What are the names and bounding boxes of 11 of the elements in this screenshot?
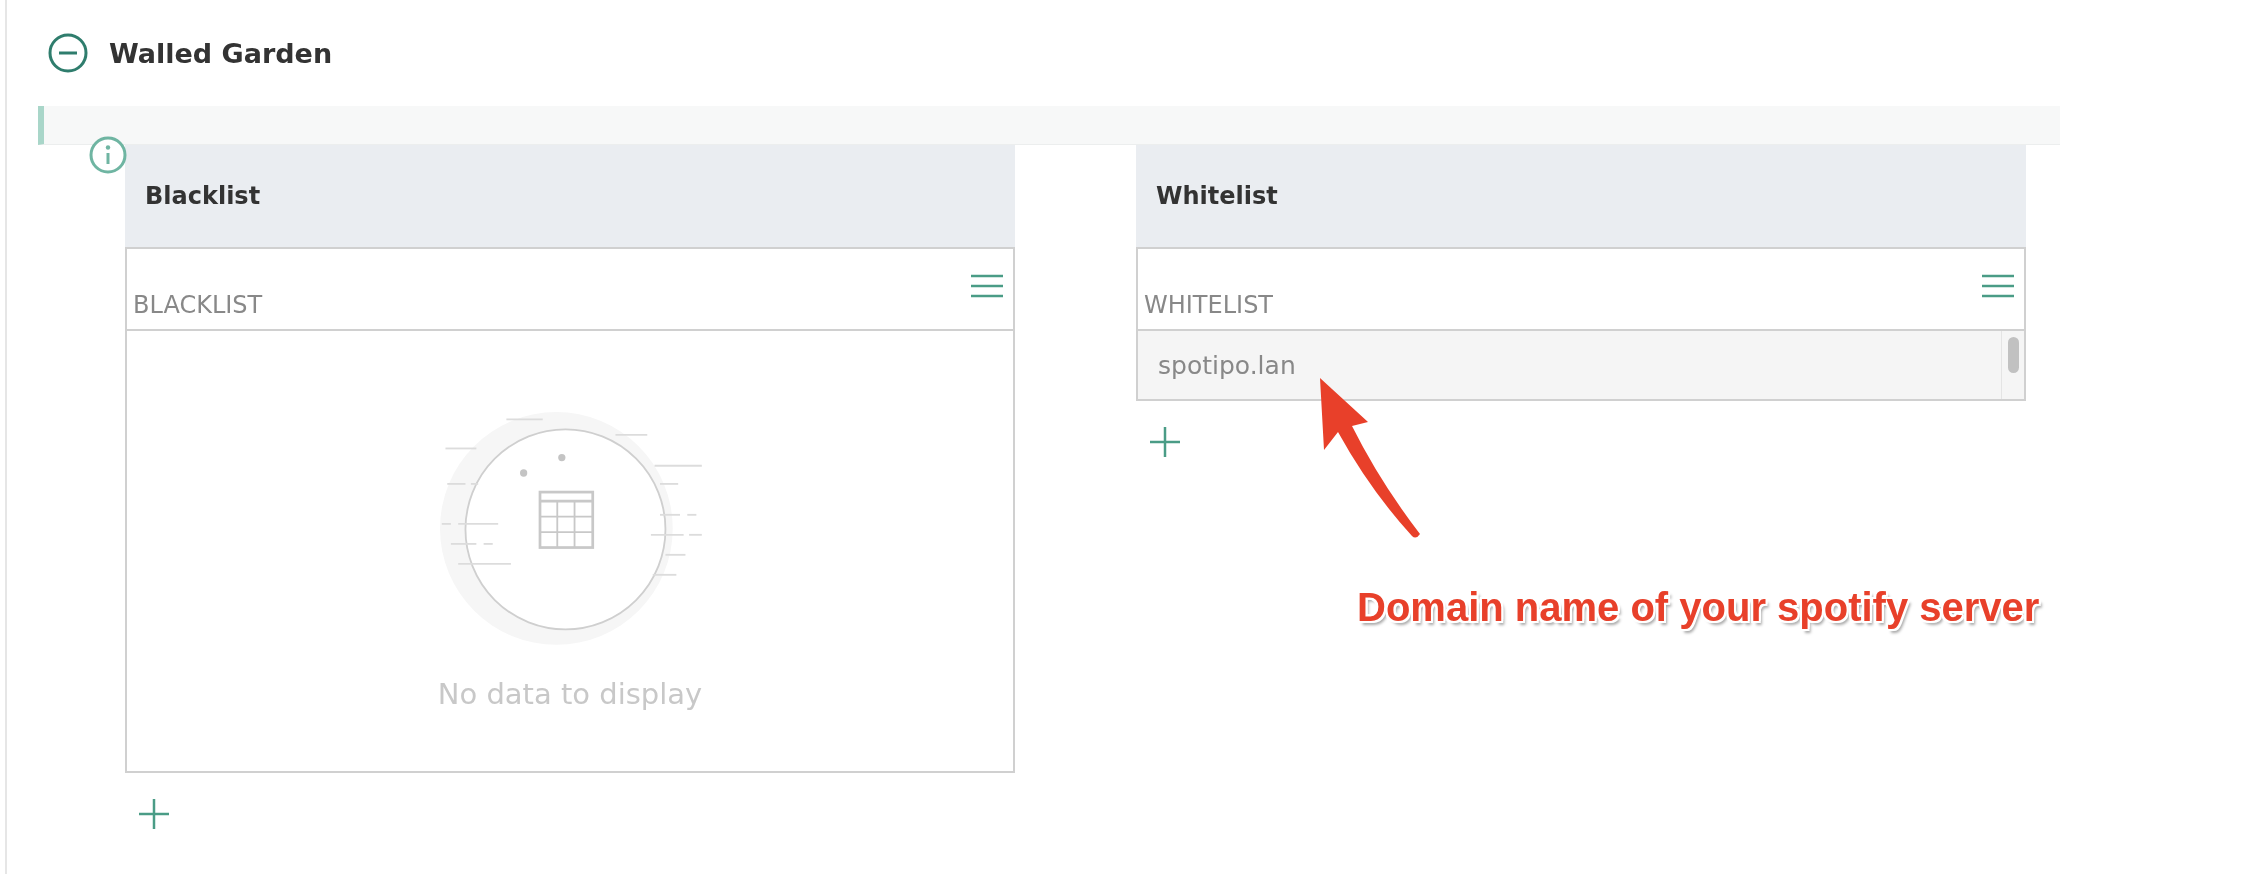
column-header: WHITELIST (1144, 291, 1274, 319)
panel-header: Blacklist (125, 145, 1015, 247)
collapse-button[interactable] (47, 32, 89, 74)
table-cell-text: spotipo.lan (1157, 349, 1297, 382)
add-button[interactable] (137, 797, 171, 831)
section-title: Walled Garden (109, 37, 333, 69)
annotation-text: Domain name of your spotify server (1357, 585, 2040, 630)
add-button[interactable] (1148, 425, 1182, 459)
info-icon[interactable] (88, 135, 128, 175)
panel-header: Whitelist (1136, 145, 2026, 247)
column-header: BLACKLIST (133, 291, 263, 319)
